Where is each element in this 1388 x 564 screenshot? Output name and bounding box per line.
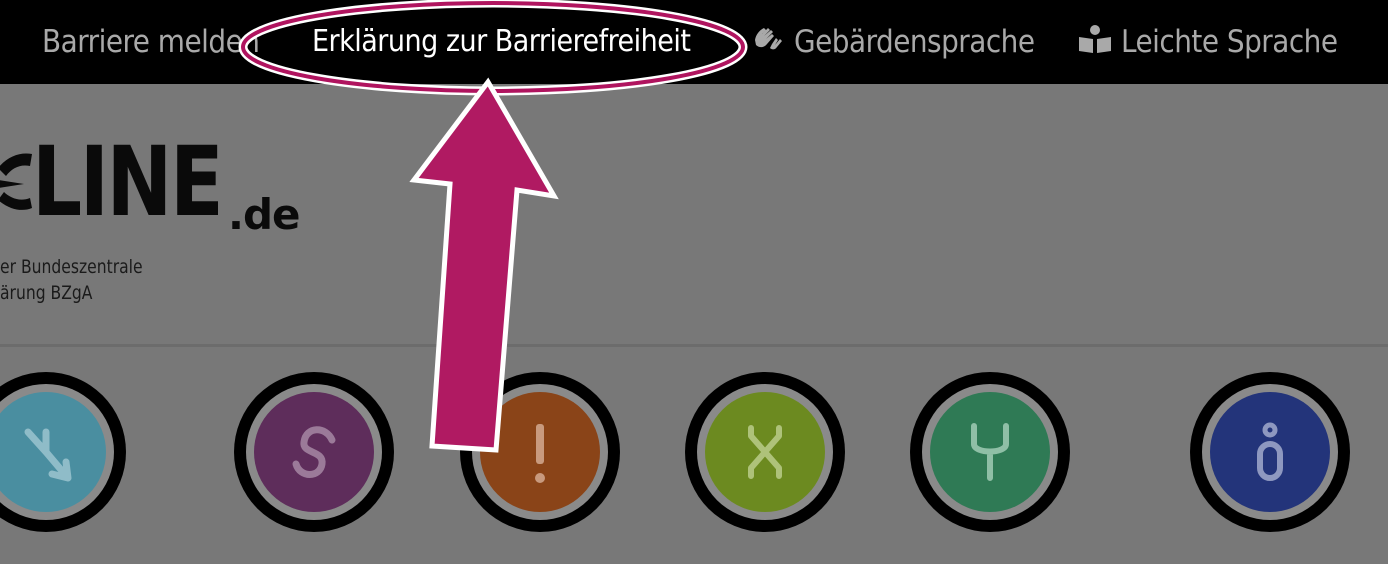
site-logo[interactable]: LINE .de xyxy=(0,126,301,239)
nav-report-barrier-link[interactable]: Barriere melden xyxy=(42,22,260,62)
topic-circle-5[interactable] xyxy=(910,372,1070,532)
topic-circle-3[interactable] xyxy=(460,372,620,532)
topic-circle-4[interactable] xyxy=(685,372,845,532)
nav-accessibility-statement-link[interactable]: Erklärung zur Barrierefreiheit xyxy=(312,22,691,62)
book-reader-icon xyxy=(1077,24,1113,64)
top-navigation-bar: Barriere melden Erklärung zur Barrierefr… xyxy=(0,0,1388,84)
topic-circle-1[interactable] xyxy=(0,372,126,532)
y-symbol-icon xyxy=(971,423,1009,481)
split-arrows-icon xyxy=(24,428,72,482)
nav-sign-language-label: Gebärdensprache xyxy=(794,24,1035,60)
nav-easy-language-label: Leichte Sprache xyxy=(1121,24,1338,60)
nav-easy-language-link[interactable]: Leichte Sprache xyxy=(1077,22,1338,62)
logo-tagline-line1: er Bundeszentrale xyxy=(0,256,143,278)
logo-wordmark: LINE xyxy=(32,126,224,238)
header-divider xyxy=(0,344,1388,347)
logo-tld: .de xyxy=(228,190,301,239)
x-symbol-icon xyxy=(748,425,782,479)
nav-sign-language-link[interactable]: Gebärdensprache xyxy=(752,22,1035,62)
exclamation-icon xyxy=(535,424,545,483)
screenshot-stage: Barriere melden Erklärung zur Barrierefr… xyxy=(0,0,1388,564)
logo-tagline-line2: ärung BZgA xyxy=(0,282,93,304)
sign-language-hands-icon xyxy=(752,24,786,64)
logo-swoosh-icon xyxy=(0,153,32,210)
s-curve-icon xyxy=(292,426,336,478)
topic-circle-2[interactable] xyxy=(234,372,394,532)
figure-icon xyxy=(1257,422,1283,481)
topic-circle-6[interactable] xyxy=(1190,372,1350,532)
